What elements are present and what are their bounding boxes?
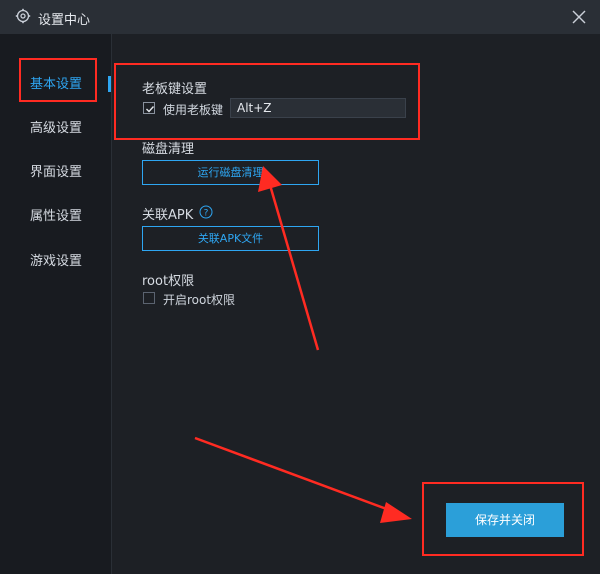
sidebar-item-properties[interactable]: 属性设置 [0,200,111,234]
root-checkbox-label: 开启root权限 [163,293,236,307]
gear-icon [15,8,31,24]
associate-apk-button[interactable]: 关联APK文件 [142,226,319,251]
window-title: 设置中心 [38,13,91,28]
root-checkbox[interactable] [143,292,155,304]
run-disk-cleanup-button[interactable]: 运行磁盘清理 [142,160,319,185]
active-tab-marker [108,76,111,92]
title-bar: 设置中心 [0,0,600,34]
settings-window: 设置中心 基本设置 高级设置 界面设置 属性设置 游戏设置 老板键设置 使用老板… [0,0,600,574]
close-button[interactable] [568,6,590,28]
root-title: root权限 [142,274,195,289]
sidebar-item-advanced[interactable]: 高级设置 [0,112,111,146]
svg-text:?: ? [204,209,209,219]
sidebar-item-games[interactable]: 游戏设置 [0,245,111,279]
settings-sidebar: 基本设置 高级设置 界面设置 属性设置 游戏设置 [0,34,112,574]
highlight-box-sidebar [19,58,97,102]
apk-title: 关联APK [142,208,194,223]
highlight-box-boss-key [114,63,420,140]
sidebar-item-interface[interactable]: 界面设置 [0,156,111,190]
help-circle-icon[interactable]: ? [199,205,213,219]
close-icon[interactable] [568,6,590,28]
highlight-box-save [422,482,584,556]
disk-cleanup-title: 磁盘清理 [142,142,195,157]
